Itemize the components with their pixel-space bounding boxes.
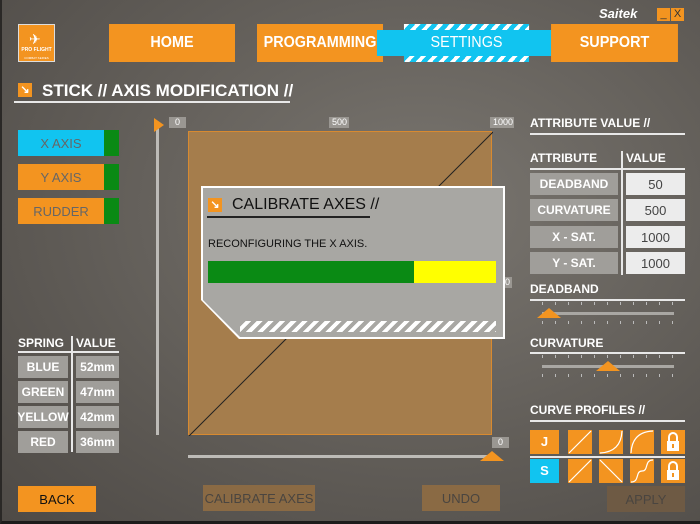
- deadband-slider-track[interactable]: [542, 312, 674, 315]
- deadband-slider-handle[interactable]: [536, 308, 561, 318]
- nav-label: SETTINGS: [376, 30, 557, 56]
- nav-settings[interactable]: SETTINGS: [376, 24, 557, 62]
- nav-label: PROGRAMMING: [263, 34, 377, 51]
- nav-home[interactable]: HOME: [109, 24, 235, 62]
- page-title: STICK // AXIS MODIFICATION //: [42, 81, 294, 100]
- x-axis-status: [104, 130, 119, 156]
- x-sat-value-input[interactable]: 1000: [626, 226, 685, 248]
- horizontal-slider-track[interactable]: [188, 455, 492, 458]
- divider: [530, 420, 685, 422]
- divider: [530, 133, 685, 135]
- calibration-progress-bar: [208, 261, 496, 283]
- tick-label: 1000: [490, 117, 514, 128]
- s-curve-icon[interactable]: [630, 459, 654, 483]
- deadband-value-input[interactable]: 50: [626, 173, 685, 195]
- minimize-button[interactable]: _: [657, 8, 670, 21]
- rudder-status: [104, 198, 119, 224]
- y-axis-status: [104, 164, 119, 190]
- calibrate-axes-button[interactable]: CALIBRATE AXES: [203, 485, 315, 511]
- spring-value: 42mm: [76, 406, 119, 428]
- divider: [530, 299, 685, 301]
- spring-name: GREEN: [18, 381, 68, 403]
- divider: [18, 351, 119, 353]
- inverted-curve-icon[interactable]: [599, 459, 623, 483]
- profile-s-button[interactable]: S: [530, 459, 559, 483]
- attribute-name: CURVATURE: [530, 199, 618, 221]
- spring-name: RED: [18, 431, 68, 453]
- spring-header: SPRING: [18, 336, 65, 350]
- lock-icon[interactable]: [661, 459, 685, 483]
- spring-value: 47mm: [76, 381, 119, 403]
- vertical-slider-handle[interactable]: [154, 118, 164, 132]
- spring-name: YELLOW: [17, 406, 69, 428]
- progress-fill: [208, 261, 414, 283]
- divider: [71, 336, 73, 452]
- attribute-name: X - SAT.: [530, 226, 618, 248]
- tick-label: 500: [329, 117, 349, 128]
- spring-name: BLUE: [18, 356, 68, 378]
- spring-value: 36mm: [76, 431, 119, 453]
- tick-label: 0: [169, 117, 186, 128]
- profile-j-button[interactable]: J: [530, 430, 559, 454]
- spring-value-header: VALUE: [76, 336, 116, 350]
- divider: [621, 151, 623, 275]
- divider: [14, 101, 290, 103]
- attribute-name: Y - SAT.: [530, 252, 618, 274]
- vertical-slider-track[interactable]: [156, 128, 159, 435]
- pro-flight-logo: ✈ PRO FLIGHT COMBAT SERIES: [18, 24, 55, 62]
- spring-value: 52mm: [76, 356, 119, 378]
- attribute-name: DEADBAND: [530, 173, 618, 195]
- value-header: VALUE: [626, 151, 666, 165]
- arrow-icon: ↘: [208, 198, 222, 212]
- back-button[interactable]: BACK: [18, 486, 96, 512]
- y-sat-value-input[interactable]: 1000: [626, 252, 685, 274]
- nav-programming[interactable]: PROGRAMMING: [257, 24, 383, 62]
- attributes-title: ATTRIBUTE VALUE //: [530, 116, 651, 130]
- app-window: Saitek _ X ✈ PRO FLIGHT COMBAT SERIES HO…: [0, 0, 700, 524]
- divider: [530, 168, 685, 170]
- nav-support[interactable]: SUPPORT: [551, 24, 678, 62]
- rudder-button[interactable]: RUDDER: [18, 198, 104, 224]
- horizontal-slider-handle[interactable]: [480, 451, 504, 461]
- lock-icon[interactable]: [661, 430, 685, 454]
- linear-curve-icon[interactable]: [568, 430, 592, 454]
- attribute-header: ATTRIBUTE: [530, 151, 598, 165]
- deadband-slider-label: DEADBAND: [530, 282, 599, 296]
- divider: [530, 456, 685, 458]
- apply-button[interactable]: APPLY: [607, 486, 685, 512]
- nav-label: SUPPORT: [579, 34, 650, 51]
- y-axis-button[interactable]: Y AXIS: [18, 164, 104, 190]
- tick-label: 0: [492, 437, 509, 448]
- curvature-slider-handle[interactable]: [596, 361, 620, 371]
- curve-profiles-title: CURVE PROFILES //: [530, 403, 646, 417]
- dialog-title: CALIBRATE AXES //: [232, 196, 380, 213]
- logo-text: PRO FLIGHT: [21, 47, 52, 53]
- logo-subtext: COMBAT SERIES: [24, 56, 49, 60]
- divider: [207, 216, 370, 218]
- curvature-value-input[interactable]: 500: [626, 199, 685, 221]
- undo-button[interactable]: UNDO: [422, 485, 500, 511]
- divider: [530, 352, 685, 354]
- close-button[interactable]: X: [671, 8, 684, 21]
- nav-label: HOME: [150, 34, 194, 51]
- brand-logo: Saitek: [599, 6, 638, 21]
- linear-curve-icon[interactable]: [568, 459, 592, 483]
- log-curve-icon[interactable]: [630, 430, 654, 454]
- curvature-slider-label: CURVATURE: [530, 336, 604, 350]
- dialog-message: RECONFIGURING THE X AXIS.: [208, 238, 368, 250]
- decorative-stripes: [240, 321, 496, 332]
- x-axis-button[interactable]: X AXIS: [18, 130, 104, 156]
- exponential-curve-icon[interactable]: [599, 430, 623, 454]
- arrow-icon: ↘: [18, 83, 32, 97]
